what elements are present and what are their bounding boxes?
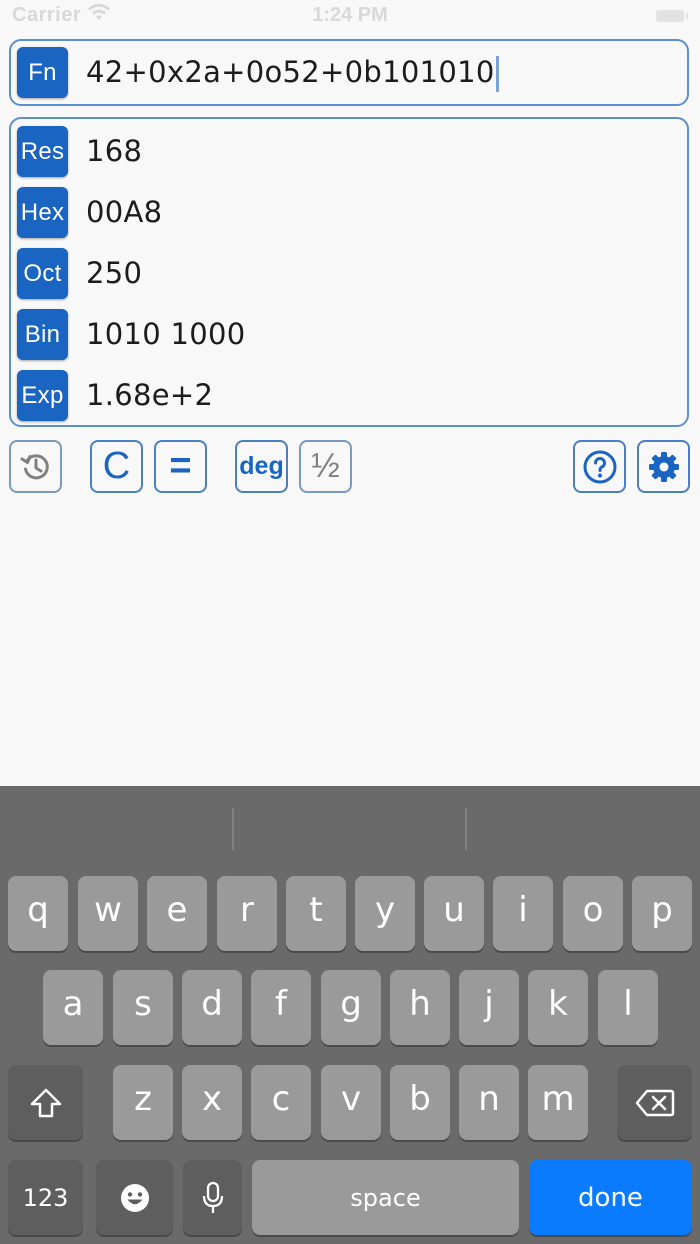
- key-t[interactable]: t: [286, 876, 346, 951]
- function-panel: Fn 42+0x2a+0o52+0b101010: [9, 39, 689, 106]
- key-w[interactable]: w: [78, 876, 138, 951]
- microphone-icon: [202, 1181, 223, 1213]
- text-caret: [495, 56, 499, 92]
- key-i[interactable]: i: [493, 876, 553, 951]
- expression-text: 42+0x2a+0o52+0b101010: [86, 55, 495, 89]
- history-button[interactable]: [9, 440, 62, 493]
- battery-icon: [656, 10, 688, 22]
- emoji-icon: [120, 1183, 149, 1212]
- shift-icon: [30, 1088, 61, 1117]
- key-q[interactable]: q: [8, 876, 68, 951]
- done-key[interactable]: done: [529, 1160, 692, 1235]
- suggestion-divider: [465, 808, 467, 850]
- expression-input[interactable]: 42+0x2a+0o52+0b101010: [86, 55, 676, 93]
- key-g[interactable]: g: [321, 970, 381, 1045]
- key-m[interactable]: m: [528, 1065, 588, 1140]
- key-u[interactable]: u: [424, 876, 484, 951]
- result-value-exp: 1.68e+2: [86, 378, 214, 412]
- settings-button[interactable]: [637, 440, 690, 493]
- backspace-key[interactable]: [617, 1065, 692, 1140]
- results-panel: Res 168 Hex 00A8 Oct 250 Bin 1010 1000 E…: [9, 117, 689, 427]
- calculator-screen: Carrier 1:24 PM Fn 42+0x2a+0o52+0b101010…: [0, 0, 700, 1244]
- key-n[interactable]: n: [459, 1065, 519, 1140]
- key-r[interactable]: r: [217, 876, 277, 951]
- key-v[interactable]: v: [321, 1065, 381, 1140]
- result-tag-bin[interactable]: Bin: [17, 309, 68, 360]
- result-value-oct: 250: [86, 256, 143, 290]
- result-tag-res[interactable]: Res: [17, 126, 68, 177]
- help-icon: [583, 450, 616, 483]
- key-e[interactable]: e: [147, 876, 207, 951]
- key-b[interactable]: b: [390, 1065, 450, 1140]
- key-p[interactable]: p: [632, 876, 692, 951]
- emoji-key[interactable]: [96, 1160, 173, 1235]
- key-o[interactable]: o: [563, 876, 623, 951]
- help-button[interactable]: [573, 440, 626, 493]
- key-c[interactable]: c: [251, 1065, 311, 1140]
- result-value-hex: 00A8: [86, 195, 163, 229]
- angle-mode-button[interactable]: deg: [235, 440, 288, 493]
- status-bar: Carrier 1:24 PM: [0, 0, 700, 36]
- result-tag-hex[interactable]: Hex: [17, 187, 68, 238]
- numbers-key[interactable]: 123: [8, 1160, 83, 1235]
- clear-button[interactable]: C: [90, 440, 143, 493]
- key-k[interactable]: k: [528, 970, 588, 1045]
- key-y[interactable]: y: [355, 876, 415, 951]
- key-s[interactable]: s: [113, 970, 173, 1045]
- keyboard: q w e r t y u i o p a s d f g h j k l z …: [0, 786, 700, 1244]
- key-x[interactable]: x: [182, 1065, 242, 1140]
- suggestion-divider: [232, 808, 234, 850]
- key-l[interactable]: l: [598, 970, 658, 1045]
- result-value-bin: 1010 1000: [86, 317, 246, 351]
- status-time: 1:24 PM: [312, 4, 388, 26]
- shift-key[interactable]: [8, 1065, 83, 1140]
- result-value-res: 168: [86, 134, 143, 168]
- fn-tag: Fn: [17, 47, 68, 98]
- result-tag-oct[interactable]: Oct: [17, 248, 68, 299]
- space-key[interactable]: space: [252, 1160, 519, 1235]
- key-h[interactable]: h: [390, 970, 450, 1045]
- result-tag-exp[interactable]: Exp: [17, 370, 68, 421]
- key-j[interactable]: j: [459, 970, 519, 1045]
- key-a[interactable]: a: [43, 970, 103, 1045]
- backspace-icon: [635, 1089, 674, 1116]
- gear-icon: [648, 451, 679, 482]
- fraction-button[interactable]: ½: [299, 440, 352, 493]
- dictation-key[interactable]: [183, 1160, 242, 1235]
- equals-button[interactable]: =: [154, 440, 207, 493]
- key-f[interactable]: f: [251, 970, 311, 1045]
- history-icon: [20, 453, 49, 479]
- key-d[interactable]: d: [182, 970, 242, 1045]
- key-z[interactable]: z: [113, 1065, 173, 1140]
